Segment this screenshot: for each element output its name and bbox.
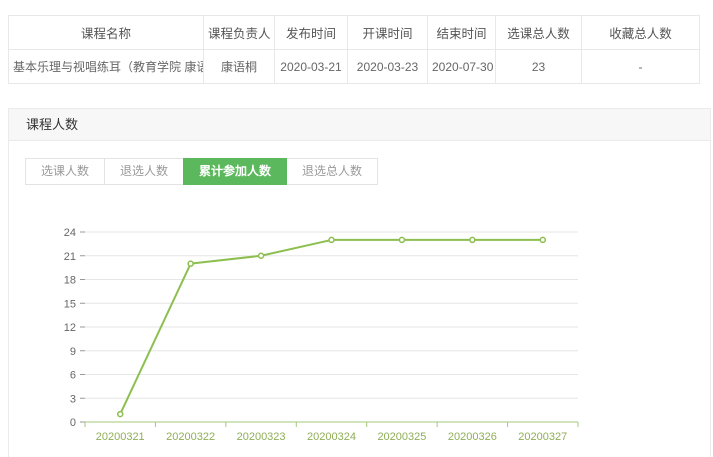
svg-text:20200323: 20200323 xyxy=(237,431,286,443)
column-header-course-leader: 课程负责人 xyxy=(204,16,275,50)
column-header-favorites-total: 收藏总人数 xyxy=(582,16,700,50)
svg-text:20200321: 20200321 xyxy=(96,431,145,443)
table-row: 基本乐理与视唱练耳（教育学院 康语桐） 康语桐 2020-03-21 2020-… xyxy=(9,50,700,84)
cell-publish-time: 2020-03-21 xyxy=(275,50,348,84)
svg-text:15: 15 xyxy=(64,298,76,310)
cell-course-leader: 康语桐 xyxy=(204,50,275,84)
svg-text:20200325: 20200325 xyxy=(377,431,426,443)
cell-enrolled-total: 23 xyxy=(496,50,582,84)
course-headcount-panel: 课程人数 选课人数 退选人数 累计参加人数 退选总人数 0 3 6 9 12 15 18 21… xyxy=(8,108,711,457)
line-chart: 0 3 6 9 12 15 18 21 24 20200321 20200322 20200323 20… xyxy=(55,218,713,457)
column-header-course-name: 课程名称 xyxy=(9,16,204,50)
tab-enrolled-count[interactable]: 选课人数 xyxy=(25,158,105,185)
cell-start-time: 2020-03-23 xyxy=(348,50,428,84)
cell-favorites-total: - xyxy=(582,50,700,84)
chart-area: 0 3 6 9 12 15 18 21 24 20200321 20200322 20200323 20… xyxy=(55,218,710,457)
svg-text:20200324: 20200324 xyxy=(307,431,356,443)
section-title: 课程人数 xyxy=(9,109,710,141)
svg-text:3: 3 xyxy=(70,393,76,405)
svg-text:18: 18 xyxy=(64,275,76,287)
svg-text:24: 24 xyxy=(64,227,76,239)
tab-bar: 选课人数 退选人数 累计参加人数 退选总人数 xyxy=(25,158,710,185)
cell-course-name: 基本乐理与视唱练耳（教育学院 康语桐） xyxy=(9,50,204,84)
svg-text:9: 9 xyxy=(70,346,76,358)
cell-end-time: 2020-07-30 xyxy=(428,50,496,84)
svg-text:6: 6 xyxy=(70,370,76,382)
column-header-publish-time: 发布时间 xyxy=(275,16,348,50)
svg-text:21: 21 xyxy=(64,251,76,263)
svg-text:12: 12 xyxy=(64,322,76,334)
column-header-enrolled-total: 选课总人数 xyxy=(496,16,582,50)
column-header-start-time: 开课时间 xyxy=(348,16,428,50)
course-table: 课程名称 课程负责人 发布时间 开课时间 结束时间 选课总人数 收藏总人数 基本… xyxy=(8,15,700,84)
tab-dropped-count[interactable]: 退选人数 xyxy=(104,158,184,185)
page: 课程名称 课程负责人 发布时间 开课时间 结束时间 选课总人数 收藏总人数 基本… xyxy=(0,0,713,457)
svg-text:20200322: 20200322 xyxy=(166,431,215,443)
tab-total-dropped[interactable]: 退选总人数 xyxy=(286,158,378,185)
svg-text:20200327: 20200327 xyxy=(518,431,567,443)
svg-text:20200326: 20200326 xyxy=(448,431,497,443)
tab-cumulative-participants[interactable]: 累计参加人数 xyxy=(183,158,287,185)
svg-text:0: 0 xyxy=(70,417,76,429)
table-header-row: 课程名称 课程负责人 发布时间 开课时间 结束时间 选课总人数 收藏总人数 xyxy=(9,16,700,50)
column-header-end-time: 结束时间 xyxy=(428,16,496,50)
